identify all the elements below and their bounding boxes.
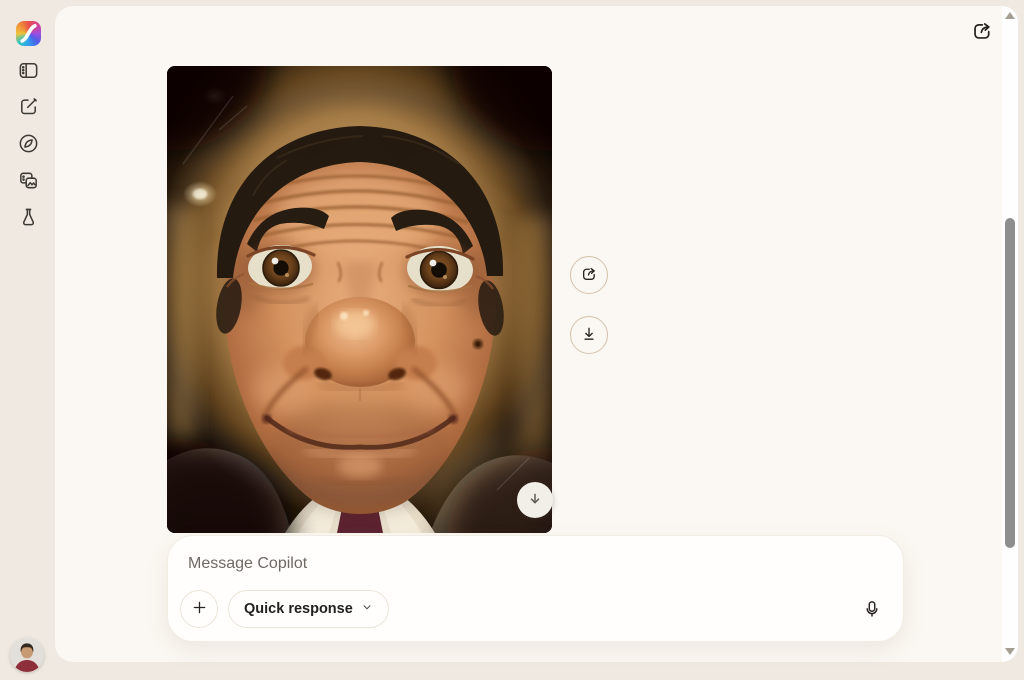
user-avatar-photo [10,638,44,672]
download-icon [579,324,599,347]
chevron-down-icon [361,601,373,617]
scrollbar-thumb[interactable] [1005,218,1015,548]
image-download-button[interactable] [570,316,608,354]
composer: Quick response [167,535,904,642]
share-icon [969,18,995,47]
quick-response-dropdown[interactable]: Quick response [228,590,389,628]
arrow-down-icon [525,489,545,512]
sidebar-toggle-button[interactable] [13,57,43,87]
microphone-icon [861,598,883,623]
scroll-to-bottom-button[interactable] [517,482,553,518]
copilot-logo-icon [16,21,41,46]
generated-image-canvas [167,66,552,533]
share-icon [579,264,599,287]
discover-icon [17,132,40,158]
message-input[interactable] [188,551,808,577]
scrollbar-up-button[interactable] [1005,12,1015,19]
copilot-home-button[interactable] [13,18,43,48]
pages-icon [17,169,40,195]
new-chat-icon [17,95,40,121]
attach-button[interactable] [180,590,218,628]
labs-button[interactable] [13,204,43,234]
generated-image[interactable] [167,66,552,533]
pages-button[interactable] [13,167,43,197]
share-conversation-button[interactable] [966,16,998,48]
quick-response-label: Quick response [244,601,353,617]
scrollbar-down-button[interactable] [1005,648,1015,655]
mic-button[interactable] [856,594,888,626]
sidebar-toggle-icon [17,59,40,85]
user-avatar[interactable] [10,638,44,672]
image-share-button[interactable] [570,256,608,294]
new-chat-button[interactable] [13,93,43,123]
plus-icon [190,598,209,620]
labs-flask-icon [17,206,40,232]
discover-button[interactable] [13,130,43,160]
